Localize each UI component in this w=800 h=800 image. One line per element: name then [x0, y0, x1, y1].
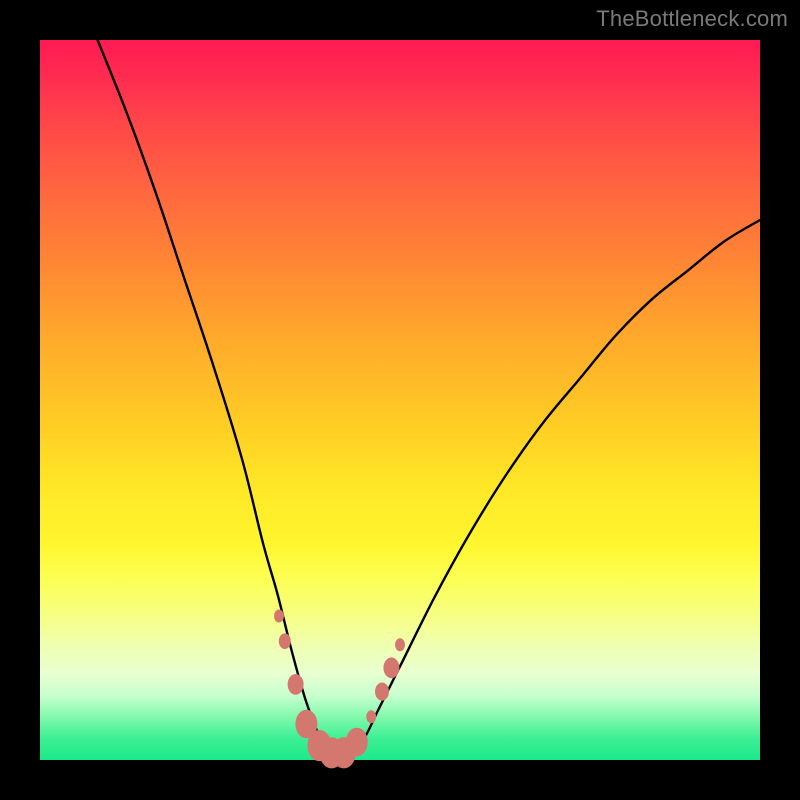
plot-area [40, 40, 760, 760]
bottleneck-curve [98, 40, 760, 755]
trough-marker [375, 683, 389, 701]
trough-marker [346, 728, 368, 757]
trough-marker [366, 710, 376, 723]
trough-marker [274, 610, 284, 623]
chart-frame: TheBottleneck.com [0, 0, 800, 800]
trough-markers [274, 610, 405, 769]
trough-marker [383, 657, 399, 678]
curve-layer [40, 40, 760, 760]
trough-marker [288, 674, 304, 695]
trough-marker [279, 633, 291, 649]
watermark-text: TheBottleneck.com [596, 6, 788, 32]
trough-marker [395, 638, 405, 651]
